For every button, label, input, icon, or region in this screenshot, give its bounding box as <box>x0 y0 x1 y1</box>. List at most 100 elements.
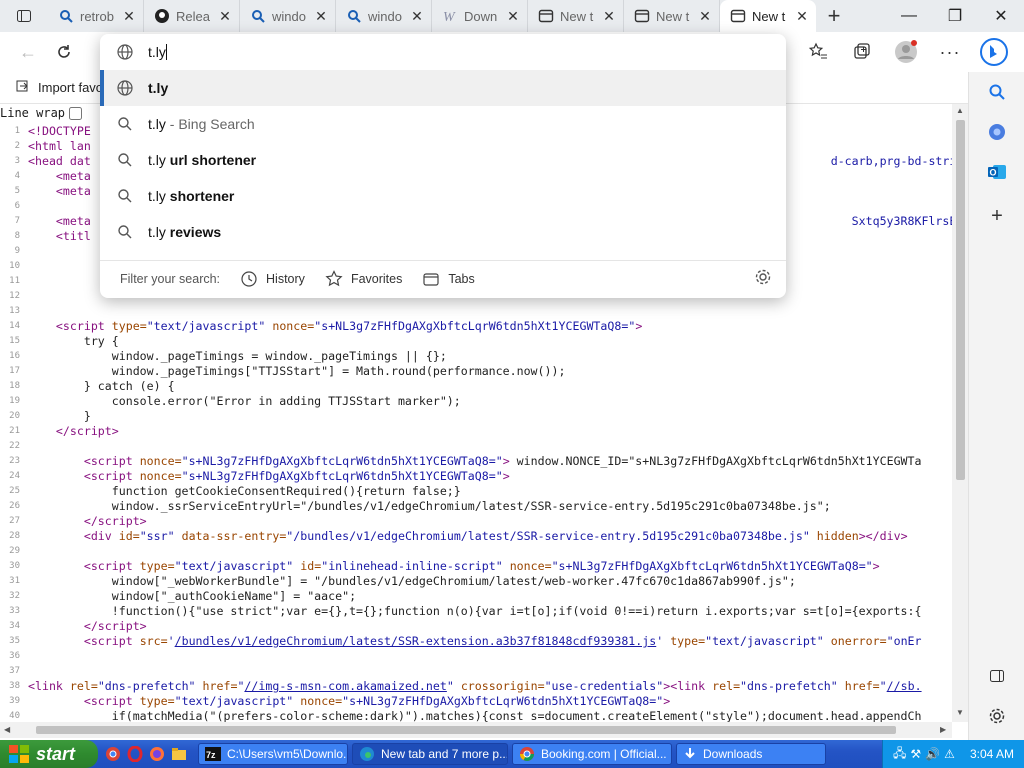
close-tab-icon[interactable]: ✕ <box>313 8 329 24</box>
newtab-page-icon <box>538 8 554 24</box>
scroll-right-arrow-icon[interactable]: ▶ <box>940 725 946 734</box>
line-number: 12 <box>9 291 20 301</box>
source-line: 17 window._pageTimings["TTJSStart"] = Ma… <box>0 364 952 379</box>
close-tab-icon[interactable]: ✕ <box>601 8 617 24</box>
filter-history-button[interactable]: History <box>240 270 305 288</box>
suggestion-item[interactable]: t.ly <box>100 70 786 106</box>
line-number: 39 <box>9 696 20 706</box>
sidebar-hide-button[interactable] <box>985 664 1009 688</box>
taskbar-task[interactable]: New tab and 7 more p... <box>352 743 508 765</box>
sidebar-settings-button[interactable] <box>985 704 1009 728</box>
address-bar[interactable]: t.ly <box>100 34 786 70</box>
line-number: 36 <box>9 651 20 661</box>
start-button[interactable]: start <box>0 740 98 768</box>
close-tab-icon[interactable]: ✕ <box>409 8 425 24</box>
search-icon <box>116 223 134 241</box>
import-favorites-link[interactable]: Import favo <box>38 80 103 95</box>
close-tab-icon[interactable]: ✕ <box>121 8 137 24</box>
tab-label: windo <box>368 8 402 24</box>
restore-button[interactable]: ❐ <box>932 0 978 32</box>
sidebar-add-button[interactable]: + <box>985 204 1009 228</box>
search-settings-button[interactable] <box>754 268 772 289</box>
gear-icon <box>755 269 771 285</box>
minimize-button[interactable]: — <box>886 0 932 32</box>
tab-3[interactable]: windo ✕ <box>240 0 336 32</box>
source-line: 40 if(matchMedia("(prefers-color-scheme:… <box>0 709 952 722</box>
suggestion-item[interactable]: t.ly url shortener <box>100 142 786 178</box>
tray-alert-icon[interactable]: ⚠ <box>944 747 955 761</box>
back-button[interactable]: ← <box>10 36 46 68</box>
close-tab-icon[interactable]: ✕ <box>505 8 521 24</box>
suggestion-item[interactable]: t.ly - Bing Search <box>100 106 786 142</box>
line-number: 6 <box>14 201 20 211</box>
sidebar-search-button[interactable] <box>985 80 1009 104</box>
plus-icon: + <box>991 204 1003 227</box>
vertical-scroll-thumb[interactable] <box>956 120 965 480</box>
tab-8[interactable]: New t ✕ <box>720 0 816 32</box>
line-code: <link rel="dns-prefetch" href="//img-s-m… <box>28 679 922 693</box>
source-line: 39 <script type="text/javascript" nonce=… <box>0 694 952 709</box>
source-line: 14 <script type="text/javascript" nonce=… <box>0 319 952 334</box>
tab-6[interactable]: New t ✕ <box>528 0 624 32</box>
close-tab-icon[interactable]: ✕ <box>697 8 713 24</box>
line-code: <div id="ssr" data-ssr-entry="/bundles/v… <box>83 529 908 543</box>
taskbar-task[interactable]: Booking.com | Official... <box>512 743 672 765</box>
firefox-quicklaunch-icon[interactable] <box>148 745 166 763</box>
close-tab-icon[interactable]: ✕ <box>794 8 810 24</box>
vertical-scrollbar[interactable]: ▲ ▼ <box>952 104 968 722</box>
opera-quicklaunch-icon[interactable] <box>126 745 144 763</box>
tab-4[interactable]: windo ✕ <box>336 0 432 32</box>
volume-icon[interactable]: 🔊 <box>925 747 940 761</box>
suggestion-item[interactable]: t.ly shortener <box>100 178 786 214</box>
folder-quicklaunch-icon[interactable] <box>170 745 188 763</box>
tab-7[interactable]: New t ✕ <box>624 0 720 32</box>
refresh-button[interactable] <box>46 36 82 68</box>
star-list-icon <box>808 42 827 59</box>
filter-favorites-button[interactable]: Favorites <box>325 269 403 288</box>
profile-button[interactable] <box>884 36 928 68</box>
collections-button[interactable] <box>840 36 884 68</box>
line-code: </script> <box>83 619 147 633</box>
tab-5[interactable]: W Down ✕ <box>432 0 528 32</box>
tab-2[interactable]: Relea ✕ <box>144 0 240 32</box>
source-line: 29 <box>0 544 952 559</box>
line-number: 30 <box>9 561 20 571</box>
line-number: 31 <box>9 576 20 586</box>
filter-tabs-button[interactable]: Tabs <box>422 270 475 288</box>
line-number: 5 <box>14 186 20 196</box>
tab-actions-button[interactable] <box>0 0 48 32</box>
line-number: 29 <box>9 546 20 556</box>
sidebar-shopping-button[interactable] <box>985 120 1009 144</box>
settings-more-button[interactable]: ··· <box>928 36 972 68</box>
scroll-left-arrow-icon[interactable]: ◀ <box>4 725 10 734</box>
scroll-up-arrow-icon[interactable]: ▲ <box>956 106 964 115</box>
chrome-quicklaunch-icon[interactable] <box>104 745 122 763</box>
scroll-down-arrow-icon[interactable]: ▼ <box>956 708 964 717</box>
favorites-button[interactable] <box>796 36 840 68</box>
taskbar-task[interactable]: 7z C:\Users\vm5\Downlo... <box>198 743 348 765</box>
new-tab-button[interactable]: + <box>816 0 852 32</box>
suggestion-item[interactable]: t.ly reviews <box>100 214 786 250</box>
address-bar-dropdown: t.ly t.ly t.ly - Bing Search t.ly url shor… <box>100 34 786 298</box>
close-window-button[interactable]: ✕ <box>978 0 1024 32</box>
horizontal-scrollbar[interactable]: ◀ ▶ <box>0 722 952 738</box>
tray-tools-icon[interactable]: ⚒ <box>910 747 921 761</box>
clock[interactable]: 3:04 AM <box>970 747 1014 761</box>
line-number: 19 <box>9 396 20 406</box>
sidebar-outlook-button[interactable]: O <box>985 160 1009 184</box>
source-line: 18 } catch (e) { <box>0 379 952 394</box>
filter-favorites-label: Favorites <box>350 271 403 286</box>
line-wrap-checkbox[interactable] <box>69 106 83 120</box>
address-input[interactable]: t.ly <box>148 44 166 60</box>
gear-icon <box>989 708 1005 724</box>
line-number: 7 <box>14 216 20 226</box>
line-number: 18 <box>9 381 20 391</box>
close-tab-icon[interactable]: ✕ <box>217 8 233 24</box>
horizontal-scroll-thumb[interactable] <box>36 726 896 734</box>
network-icon[interactable]: 🖧 <box>893 744 906 765</box>
import-favorites-icon <box>14 78 30 97</box>
tab-1[interactable]: retrob ✕ <box>48 0 144 32</box>
bing-copilot-button[interactable] <box>972 36 1016 68</box>
windows-logo-icon <box>9 745 29 763</box>
taskbar-task[interactable]: Downloads <box>676 743 826 765</box>
